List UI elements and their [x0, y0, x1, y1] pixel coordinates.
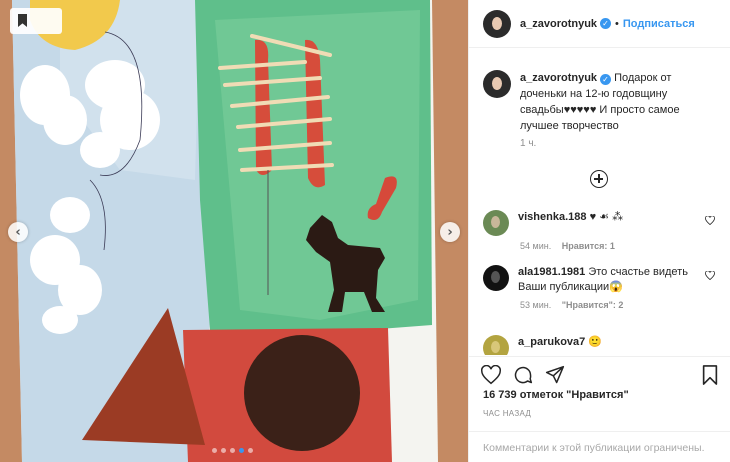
- chevron-left-icon: ‹: [15, 224, 21, 240]
- heart-icon[interactable]: [705, 271, 715, 280]
- carousel-indicator: [212, 448, 253, 453]
- comment-likes[interactable]: Нравится: 1: [562, 241, 615, 251]
- comment-body: vishenka.188 ♥ ☙ ⁂: [518, 210, 698, 236]
- action-icons: [481, 365, 565, 385]
- carousel-dot: [221, 448, 226, 453]
- comment-time: 54 мин.: [520, 241, 552, 251]
- separator-dot: •: [615, 17, 619, 30]
- comment-username[interactable]: a_parukova7: [518, 336, 585, 348]
- avatar[interactable]: [483, 9, 511, 38]
- heart-icon[interactable]: [481, 365, 501, 385]
- share-icon[interactable]: [545, 365, 565, 385]
- carousel-next-button[interactable]: ›: [440, 222, 460, 242]
- comment-meta: 54 мин. Нравится: 1: [520, 241, 723, 251]
- avatar[interactable]: [483, 210, 509, 236]
- verified-badge-icon: ✓: [600, 18, 612, 29]
- caption-username[interactable]: a_zavorotnyuk: [520, 72, 597, 84]
- avatar[interactable]: [483, 265, 509, 291]
- avatar[interactable]: [483, 335, 509, 355]
- bookmark-icon: [18, 14, 27, 27]
- verified-badge-icon: ✓: [600, 74, 612, 85]
- comment-text: 🙂: [588, 336, 603, 348]
- comment-username[interactable]: ala1981.1981: [518, 266, 585, 278]
- save-to-collection-chip[interactable]: [10, 8, 62, 34]
- comment-body: ala1981.1981 Это счастье видеть Ваши пуб…: [518, 265, 698, 295]
- comment-body: a_parukova7 🙂: [518, 335, 698, 355]
- comment-text: ♥ ☙ ⁂: [589, 211, 624, 223]
- post-sidebar: a_zavorotnyuk ✓ • Подписаться a_zavorotn…: [468, 0, 730, 462]
- caption-time: 1 ч.: [520, 138, 537, 149]
- post-header: a_zavorotnyuk ✓ • Подписаться: [469, 0, 730, 48]
- author-username[interactable]: a_zavorotnyuk: [520, 18, 597, 30]
- save-icon[interactable]: [701, 365, 719, 385]
- comment-time: 53 мин.: [520, 300, 552, 310]
- add-comment-icon[interactable]: [590, 170, 608, 188]
- carousel-dot: [212, 448, 217, 453]
- post-media[interactable]: ‹ ›: [0, 0, 468, 462]
- post-photo: [12, 0, 438, 462]
- comment-item: a_parukova7 🙂: [483, 335, 723, 355]
- post-actions: 16 739 отметок "Нравится" ЧАС НАЗАД Комм…: [469, 356, 730, 462]
- post-caption: a_zavorotnyuk ✓ Подарок от доченьки на 12…: [483, 70, 723, 149]
- caption-body: a_zavorotnyuk ✓ Подарок от доченьки на 12…: [520, 70, 718, 134]
- heart-icon[interactable]: [705, 216, 715, 225]
- carousel-dot: [230, 448, 235, 453]
- carousel-dot-active: [239, 448, 244, 453]
- comments-disabled-notice: Комментарии к этой публикации ограничены…: [469, 431, 730, 462]
- comment-icon[interactable]: [513, 365, 533, 385]
- carousel-dot: [248, 448, 253, 453]
- avatar[interactable]: [483, 70, 511, 98]
- follow-button[interactable]: Подписаться: [623, 18, 695, 30]
- comment-username[interactable]: vishenka.188: [518, 211, 587, 223]
- comment-meta: 53 мин. "Нравится": 2: [520, 300, 723, 310]
- post-date: ЧАС НАЗАД: [483, 409, 532, 418]
- comment-item: ala1981.1981 Это счастье видеть Ваши пуб…: [483, 265, 723, 310]
- likes-count[interactable]: 16 739 отметок "Нравится": [483, 389, 629, 401]
- comment-item: vishenka.188 ♥ ☙ ⁂ 54 мин. Нравится: 1: [483, 210, 723, 251]
- carousel-prev-button[interactable]: ‹: [8, 222, 28, 242]
- chevron-right-icon: ›: [447, 224, 453, 240]
- comment-likes[interactable]: "Нравится": 2: [562, 300, 624, 310]
